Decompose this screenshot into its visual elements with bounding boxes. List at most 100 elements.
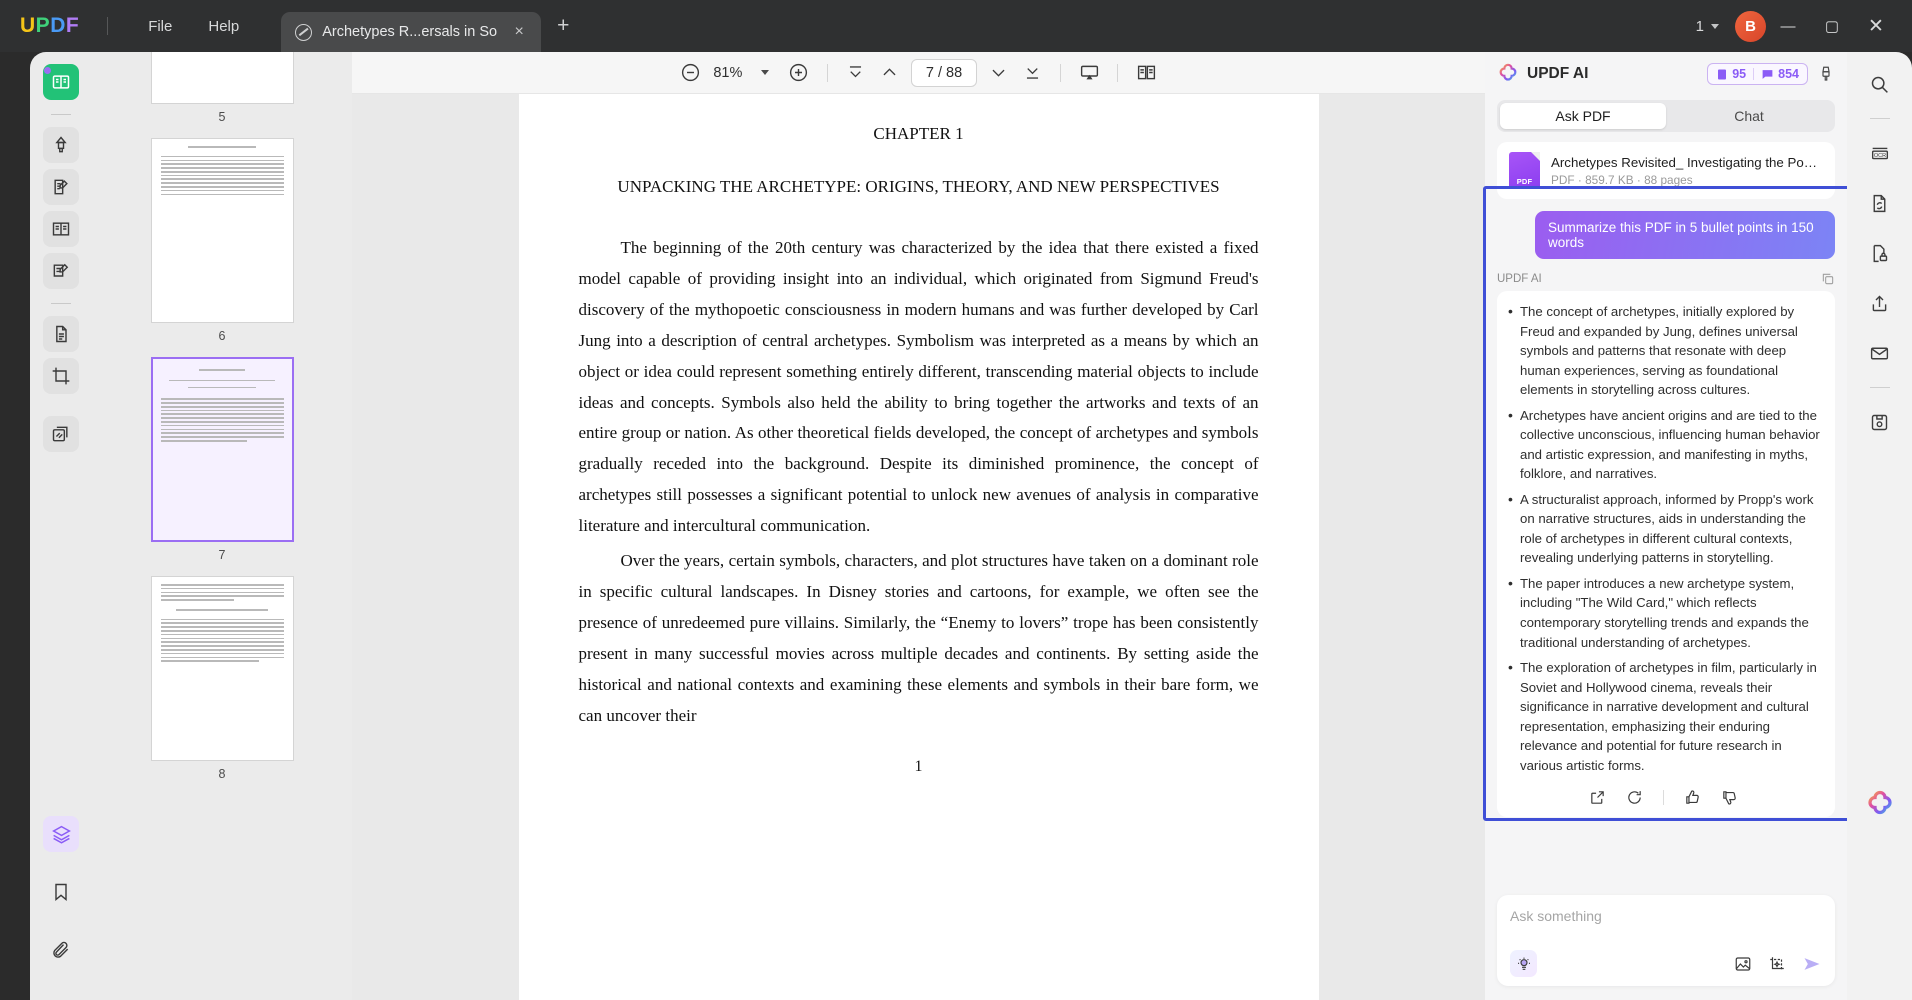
ask-input[interactable]: Ask something <box>1510 908 1822 924</box>
chat-credit-value: 854 <box>1778 67 1799 81</box>
menu-file[interactable]: File <box>130 12 190 41</box>
answer-bullet-list: The concept of archetypes, initially exp… <box>1505 301 1822 775</box>
right-rail-divider <box>1869 118 1890 119</box>
maximize-button[interactable]: ▢ <box>1810 17 1854 35</box>
copy-icon <box>1822 273 1834 285</box>
document-viewport[interactable]: CHAPTER 1 UNPACKING THE ARCHETYPE: ORIGI… <box>352 94 1485 1000</box>
avatar[interactable]: B <box>1735 10 1766 42</box>
ocr-icon: OCR <box>1871 147 1888 160</box>
send-icon <box>1804 957 1820 970</box>
send-button[interactable] <box>1802 954 1822 974</box>
thumbnail-page[interactable] <box>150 138 294 323</box>
previous-page-icon <box>883 68 896 76</box>
chat-credit-badge: 854 <box>1761 67 1799 81</box>
prompt-suggestions-button[interactable] <box>1510 950 1537 977</box>
right-rail-bottom <box>1865 790 1895 1000</box>
comment-edit-icon <box>53 263 69 277</box>
sidebar-item-batch[interactable] <box>43 416 79 452</box>
document-credit-value: 95 <box>1732 67 1747 81</box>
updf-ai-fab[interactable] <box>1865 790 1895 820</box>
menu-help[interactable]: Help <box>190 12 257 41</box>
regenerate-answer-button[interactable] <box>1626 789 1643 806</box>
book-reader-icon <box>52 75 70 89</box>
thumbnail-content <box>160 584 284 662</box>
zoom-level[interactable]: 81% <box>708 65 748 81</box>
sidebar-item-layers[interactable] <box>43 816 79 852</box>
ai-panel: UPDF AI 95 854 Ask PDF Chat PDF Archetyp… <box>1485 52 1847 1000</box>
sidebar-item-edit[interactable] <box>43 169 79 205</box>
rail-divider-2 <box>51 303 71 304</box>
sidebar-item-bookmarks[interactable] <box>43 874 79 910</box>
window-close-button[interactable]: ✕ <box>1854 15 1898 38</box>
pdf-file-icon <box>1509 152 1540 189</box>
thumbs-down-button[interactable] <box>1721 789 1738 806</box>
chat-composer[interactable]: Ask something <box>1497 895 1835 986</box>
left-rail-bottom-group <box>43 816 79 1000</box>
area-snapshot-icon <box>1770 956 1784 971</box>
sidebar-item-crop[interactable] <box>43 358 79 394</box>
share-answer-button[interactable] <box>1589 789 1606 806</box>
presentation-button[interactable] <box>1072 56 1106 90</box>
tab-chat[interactable]: Chat <box>1666 103 1832 129</box>
presentation-icon <box>1080 65 1098 80</box>
highlighter-icon <box>55 136 67 153</box>
dual-page-view-button[interactable] <box>1129 56 1163 90</box>
sidebar-item-comment[interactable] <box>43 253 79 289</box>
thumbnail-page[interactable] <box>150 52 294 104</box>
save-button[interactable] <box>1862 404 1898 440</box>
last-page-button[interactable] <box>1015 56 1049 90</box>
titlebar-divider <box>107 17 109 35</box>
document-tab[interactable]: Archetypes R...ersals in So × <box>281 12 542 52</box>
thumbnail-page[interactable] <box>150 576 294 761</box>
updf-ai-flower-icon <box>1499 63 1517 81</box>
sidebar-item-page-layout[interactable] <box>43 211 79 247</box>
attached-document-card[interactable]: Archetypes Revisited_ Investigating the … <box>1497 142 1835 199</box>
sidebar-item-attachments[interactable] <box>43 932 79 968</box>
sidebar-item-organize[interactable] <box>43 316 79 352</box>
previous-page-button[interactable] <box>873 56 907 90</box>
tab-ask-pdf[interactable]: Ask PDF <box>1500 103 1666 129</box>
batch-pages-icon <box>52 426 68 442</box>
thumbnail-panel[interactable]: 5 6 7 8 <box>92 52 352 1000</box>
answer-action-row <box>1505 789 1822 806</box>
page-indicator[interactable]: 7 / 88 <box>910 58 978 87</box>
ai-credit-badges[interactable]: 95 854 <box>1707 63 1808 85</box>
next-page-button[interactable] <box>981 56 1015 90</box>
area-snapshot-button[interactable] <box>1768 955 1786 973</box>
chat-thread[interactable]: Summarize this PDF in 5 bullet points in… <box>1485 211 1847 885</box>
copy-answer-button[interactable] <box>1821 272 1835 286</box>
zoom-dropdown-button[interactable] <box>748 56 782 90</box>
first-page-button[interactable] <box>839 56 873 90</box>
thumbs-up-button[interactable] <box>1684 789 1701 806</box>
email-button[interactable] <box>1862 335 1898 371</box>
composer-actions <box>1734 954 1822 974</box>
close-icon[interactable]: × <box>509 24 529 40</box>
ai-panel-title: UPDF AI <box>1527 65 1589 82</box>
new-tab-button[interactable]: + <box>557 14 569 38</box>
save-disk-icon <box>1871 414 1888 430</box>
sidebar-item-highlight[interactable] <box>43 127 79 163</box>
user-message: Summarize this PDF in 5 bullet points in… <box>1535 211 1835 259</box>
zoom-in-button[interactable] <box>782 56 816 90</box>
clear-chat-button[interactable] <box>1817 65 1835 83</box>
thumbnail-number: 6 <box>218 329 226 343</box>
thumbnail-content <box>160 365 284 442</box>
assistant-label-row: UPDF AI <box>1497 272 1835 286</box>
zoom-out-icon <box>682 63 700 82</box>
minimize-button[interactable]: — <box>1766 18 1810 35</box>
zoom-out-button[interactable] <box>674 56 708 90</box>
thumbnail-page-selected[interactable] <box>150 357 294 542</box>
page-columns-icon <box>52 222 70 236</box>
share-button[interactable] <box>1862 285 1898 321</box>
ocr-button[interactable]: OCR <box>1862 135 1898 171</box>
document-count-icon <box>1718 69 1727 79</box>
thumbnail-number: 8 <box>218 767 226 781</box>
protect-button[interactable] <box>1862 235 1898 271</box>
attach-image-button[interactable] <box>1734 955 1752 973</box>
convert-button[interactable] <box>1862 185 1898 221</box>
unread-dot-icon <box>44 67 51 74</box>
window-count-selector[interactable]: 1 <box>1696 18 1719 35</box>
assistant-answer: The concept of archetypes, initially exp… <box>1497 291 1835 818</box>
search-button[interactable] <box>1862 66 1898 102</box>
tab-title: Archetypes R...ersals in So <box>322 24 498 40</box>
